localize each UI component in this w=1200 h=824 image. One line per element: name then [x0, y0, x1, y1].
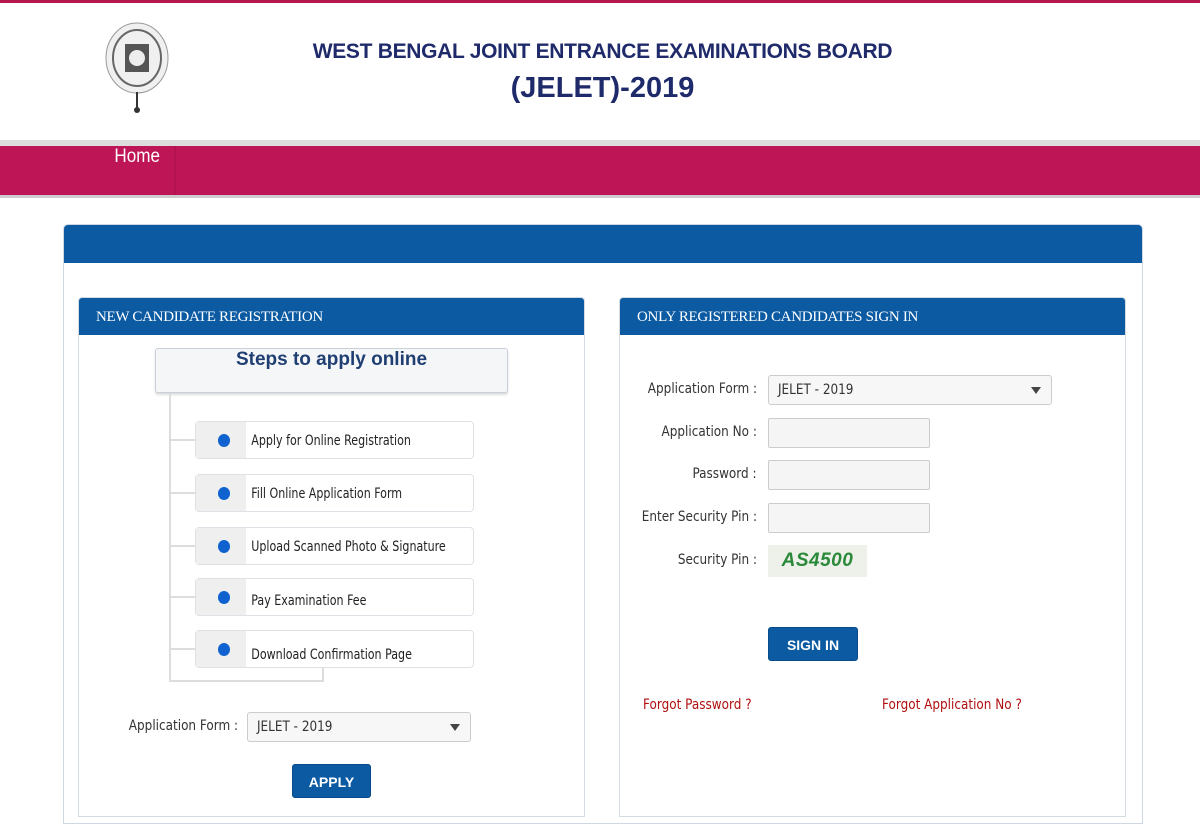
main-panel-header — [64, 225, 1142, 263]
step-label: Fill Online Application Form — [251, 486, 403, 502]
sign-in-button[interactable]: SIGN IN — [768, 627, 858, 661]
forgot-password-link[interactable]: Forgot Password ? — [643, 697, 752, 713]
signin-form-label: Application Form : — [647, 381, 757, 397]
step-item: Fill Online Application Form — [195, 474, 474, 512]
page-title: WEST BENGAL JOINT ENTRANCE EXAMINATIONS … — [312, 40, 893, 63]
signin-form-select[interactable]: JELET - 2019 — [768, 375, 1052, 405]
step-item: Pay Examination Fee — [195, 578, 474, 616]
steps-title: Steps to apply online — [155, 348, 508, 393]
nav-home[interactable]: Home — [100, 146, 176, 195]
select-value: JELET - 2019 — [778, 382, 854, 398]
tree-line — [171, 596, 195, 598]
bullet-icon — [218, 434, 230, 447]
password-label: Password : — [692, 466, 757, 482]
dropdown-arrow-icon — [1031, 387, 1041, 394]
signin-heading: ONLY REGISTERED CANDIDATES SIGN IN — [620, 298, 1125, 335]
security-pin-input[interactable] — [768, 503, 930, 533]
application-no-input[interactable] — [768, 418, 930, 448]
security-pin-input-label: Enter Security Pin : — [641, 509, 757, 525]
apply-button[interactable]: APPLY — [292, 764, 371, 798]
step-item: Upload Scanned Photo & Signature — [195, 527, 474, 565]
step-label: Upload Scanned Photo & Signature — [251, 539, 446, 555]
nav-divider — [0, 195, 1200, 198]
step-item: Download Confirmation Page — [195, 630, 474, 668]
tree-line — [171, 648, 195, 650]
application-form-label: Application Form : — [128, 718, 238, 734]
application-form-select[interactable]: JELET - 2019 — [247, 712, 471, 742]
bullet-icon — [218, 487, 230, 500]
bullet-icon — [218, 643, 230, 656]
tree-line — [171, 439, 195, 441]
tree-line — [169, 393, 171, 682]
tree-line — [171, 545, 195, 547]
captcha-image: AS4500 — [768, 545, 867, 577]
tree-line — [169, 680, 324, 682]
application-no-label: Application No : — [661, 424, 757, 440]
password-input[interactable] — [768, 460, 930, 490]
step-label: Download Confirmation Page — [251, 647, 412, 663]
step-label: Apply for Online Registration — [251, 433, 411, 449]
bullet-icon — [218, 591, 230, 604]
step-label: Pay Examination Fee — [251, 593, 367, 609]
select-value: JELET - 2019 — [257, 719, 333, 735]
main-nav: Home — [0, 146, 1200, 195]
page-subtitle: (JELET)-2019 — [510, 72, 695, 104]
top-border — [0, 0, 1200, 3]
tree-line — [171, 492, 195, 494]
forgot-application-no-link[interactable]: Forgot Application No ? — [882, 697, 1022, 713]
bullet-icon — [218, 540, 230, 553]
registration-heading: NEW CANDIDATE REGISTRATION — [79, 298, 584, 335]
captcha-label: Security Pin : — [677, 552, 757, 568]
dropdown-arrow-icon — [450, 724, 460, 731]
step-item: Apply for Online Registration — [195, 421, 474, 459]
